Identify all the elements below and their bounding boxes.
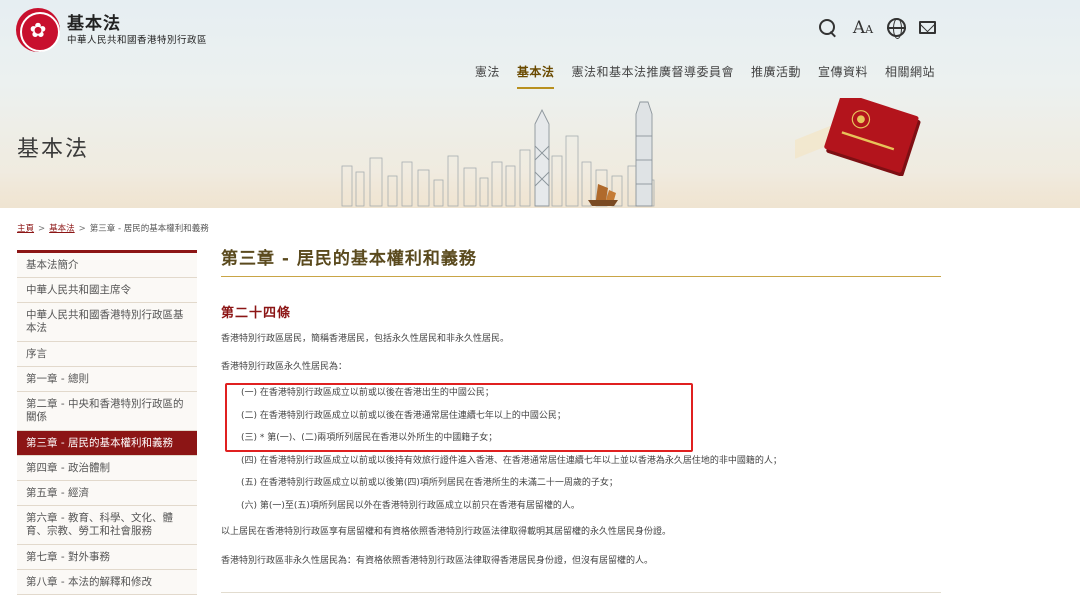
nav-steering-committee[interactable]: 憲法和基本法推廣督導委員會 (571, 60, 734, 89)
sidebar-item-presidential-order[interactable]: 中華人民共和國主席令 (17, 278, 197, 303)
sidebar-nav: 基本法簡介 中華人民共和國主席令 中華人民共和國香港特別行政區基本法 序言 第一… (17, 250, 197, 595)
nav-publicity-materials[interactable]: 宣傳資料 (818, 60, 868, 89)
skyline-illustration (341, 101, 655, 207)
sidebar-item-full-title[interactable]: 中華人民共和國香港特別行政區基本法 (17, 303, 197, 342)
sidebar-item-chapter-1[interactable]: 第一章 - 總則 (17, 367, 197, 392)
globe-icon[interactable] (887, 18, 906, 39)
breadcrumb-current: 第三章 - 居民的基本權利和義務 (89, 224, 209, 234)
search-icon[interactable] (817, 17, 839, 39)
article-paragraph-4: 香港特別行政區非永久性居民為：有資格依照香港特別行政區法律取得香港居民身份證，但… (221, 556, 654, 566)
content-divider (221, 592, 941, 593)
utility-icons: AA (804, 17, 936, 39)
logo-subtitle: 中華人民共和國香港特別行政區 (67, 34, 208, 46)
header-banner: ✿ 基本法 中華人民共和國香港特別行政區 AA 憲法 基本法 憲法和基本法推廣督… (0, 0, 1080, 208)
sidebar-item-chapter-4[interactable]: 第四章 - 政治體制 (17, 456, 197, 481)
banner-title: 基本法 (17, 137, 90, 162)
main-nav: 憲法 基本法 憲法和基本法推廣督導委員會 推廣活動 宣傳資料 相關網站 (458, 60, 935, 89)
sidebar-item-chapter-6[interactable]: 第六章 - 教育、科學、文化、體育、宗教、勞工和社會服務 (17, 506, 197, 545)
list-item: (六) 第(一)至(五)項所列居民以外在香港特別行政區成立以前只在香港有居留權的… (241, 500, 580, 511)
site-logo[interactable]: ✿ 基本法 中華人民共和國香港特別行政區 (16, 8, 207, 52)
nav-related-websites[interactable]: 相關網站 (885, 60, 935, 89)
basic-law-book-illustration (795, 98, 921, 176)
sidebar-item-preamble[interactable]: 序言 (17, 342, 197, 367)
breadcrumb-basic-law[interactable]: 基本法 (49, 224, 75, 234)
mail-icon[interactable] (919, 21, 936, 34)
breadcrumb-home[interactable]: 主頁 (17, 224, 34, 234)
nav-promotion-activities[interactable]: 推廣活動 (751, 60, 801, 89)
sidebar-item-chapter-5[interactable]: 第五章 - 經濟 (17, 481, 197, 506)
sidebar-item-introduction[interactable]: 基本法簡介 (17, 253, 197, 278)
list-item: (五) 在香港特別行政區成立以前或以後第(四)項所列居民在香港所生的未滿二十一周… (241, 478, 618, 488)
logo-title: 基本法 (67, 13, 121, 34)
font-size-icon[interactable]: AA (852, 17, 874, 39)
nav-constitution[interactable]: 憲法 (475, 60, 500, 89)
list-item: (四) 在香港特別行政區成立以前或以後持有效旅行證件進入香港、在香港通常居住連續… (241, 455, 782, 466)
breadcrumb: 主頁 > 基本法 > 第三章 - 居民的基本權利和義務 (17, 224, 209, 234)
sidebar-item-chapter-3[interactable]: 第三章 - 居民的基本權利和義務 (17, 431, 197, 456)
sidebar-item-chapter-2[interactable]: 第二章 - 中央和香港特別行政區的關係 (17, 392, 197, 431)
chapter-title: 第三章 - 居民的基本權利和義務 (221, 246, 941, 277)
sidebar-item-chapter-8[interactable]: 第八章 - 本法的解釋和修改 (17, 570, 197, 595)
article-paragraph-3: 以上居民在香港特別行政區享有居留權和有資格依照香港特別行政區法律取得載明其居留權… (221, 527, 672, 537)
highlight-box (225, 383, 693, 452)
sidebar-item-chapter-7[interactable]: 第七章 - 對外事務 (17, 545, 197, 570)
article-paragraph-1: 香港特別行政區居民，簡稱香港居民，包括永久性居民和非永久性居民。 (221, 334, 510, 344)
hksar-emblem-icon: ✿ (16, 8, 60, 52)
article-title: 第二十四條 (221, 306, 292, 321)
nav-basic-law[interactable]: 基本法 (516, 60, 555, 89)
article-paragraph-2: 香港特別行政區永久性居民為： (221, 362, 348, 372)
